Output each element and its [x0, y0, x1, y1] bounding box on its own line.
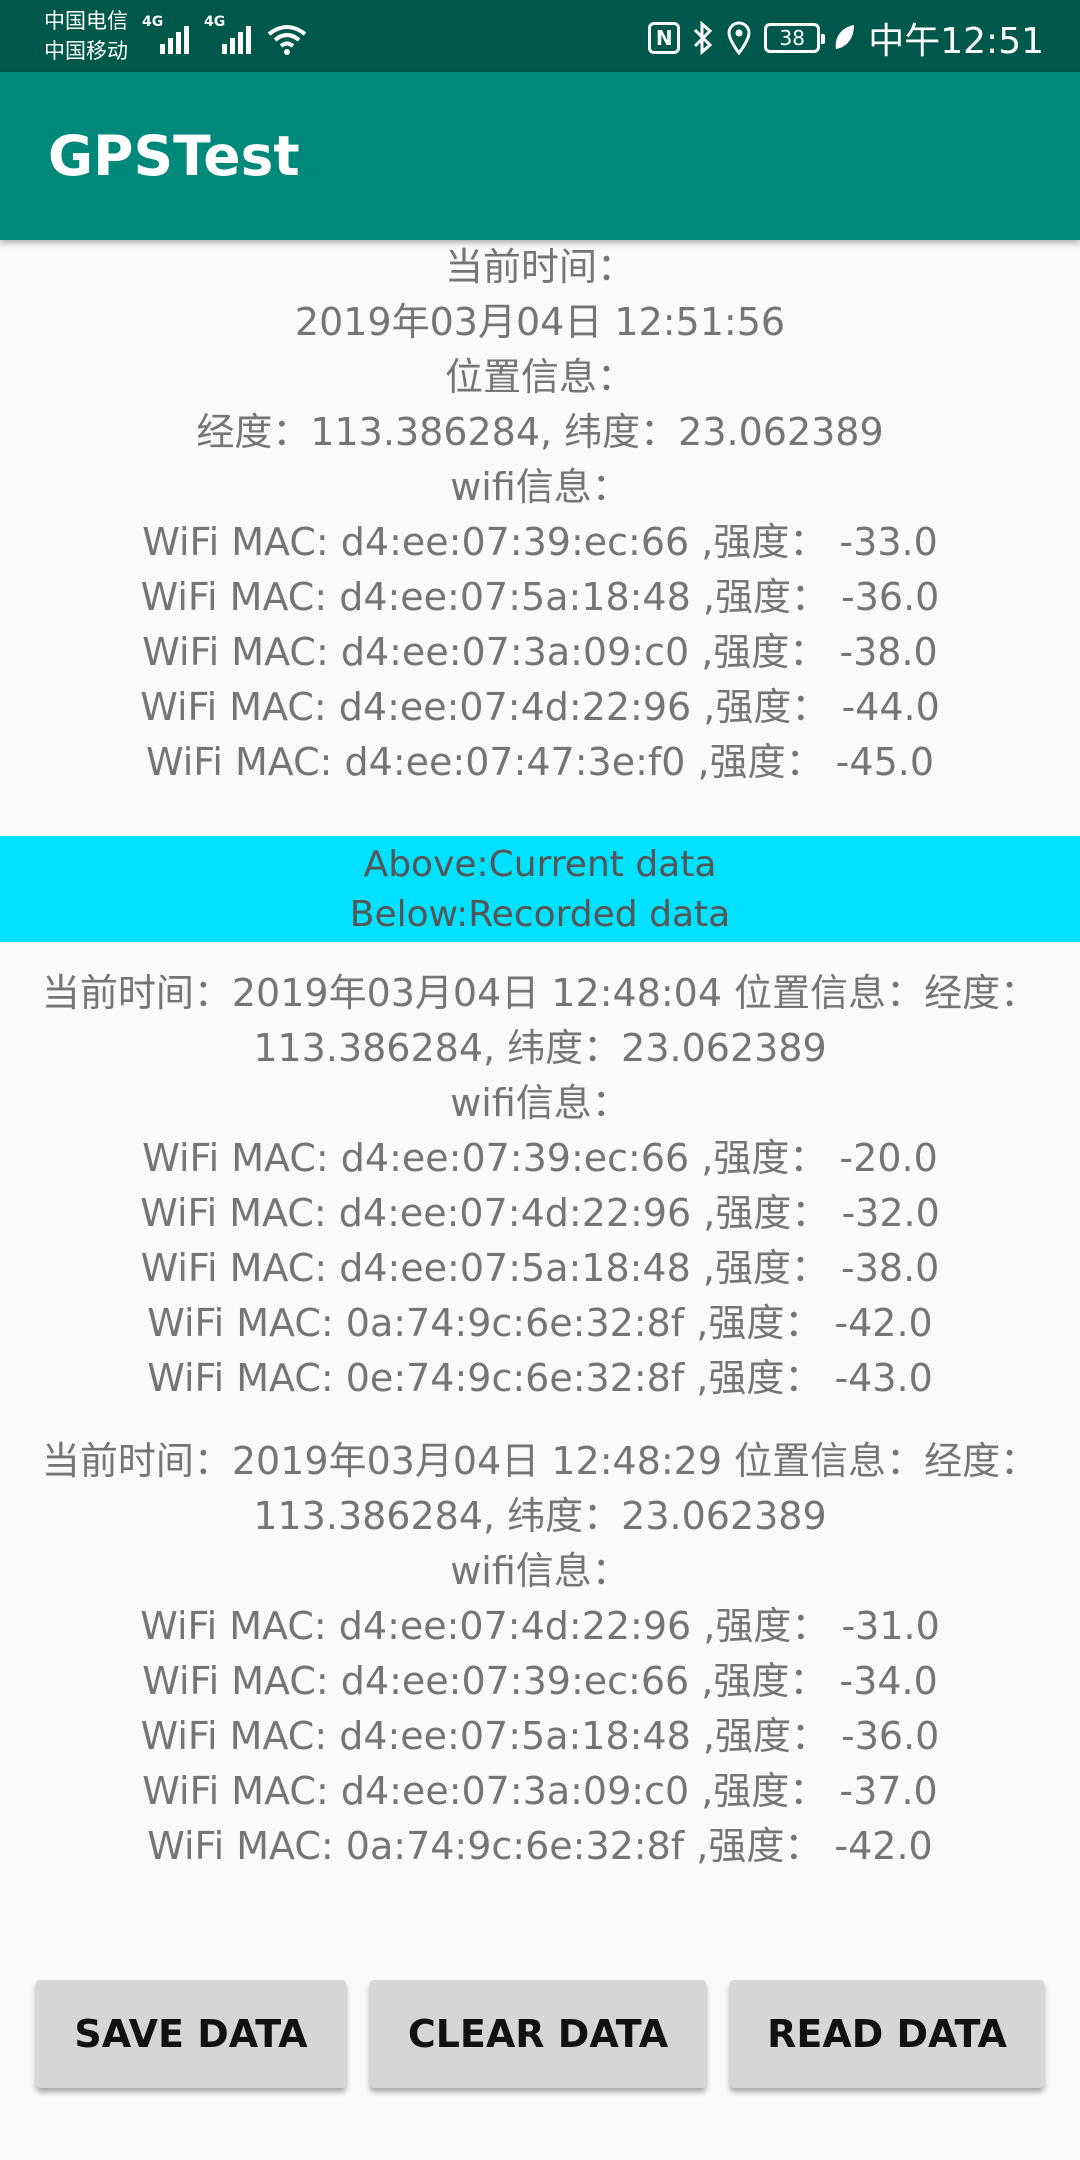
recorded-data-item: 当前时间：2019年03月04日 12:48:29 位置信息：经度：113.38… — [0, 1434, 1080, 1874]
current-time-label: 当前时间： — [444, 245, 635, 289]
current-location-value: 经度：113.386284, 纬度：23.062389 — [196, 410, 884, 454]
current-wifi-entry: WiFi MAC: d4:ee:07:4d:22:96 ,强度： -44.0 — [140, 685, 940, 729]
signal-icons: 4G 4G — [142, 14, 308, 56]
record-wifi-entry: WiFi MAC: d4:ee:07:4d:22:96 ,强度： -32.0 — [140, 1191, 940, 1235]
record-wifi-entry: WiFi MAC: d4:ee:07:39:ec:66 ,强度： -34.0 — [142, 1659, 938, 1703]
save-data-button[interactable]: SAVE DATA — [36, 1980, 346, 2088]
carrier-2: 中国移动 — [44, 39, 128, 63]
signal-1-icon: 4G — [142, 14, 194, 56]
record-wifi-label: wifi信息： — [450, 1549, 630, 1593]
record-wifi-entry: WiFi MAC: d4:ee:07:3a:09:c0 ,强度： -37.0 — [142, 1769, 938, 1813]
status-bar: 中国电信 中国移动 4G 4G N 38 中午12:51 — [0, 0, 1080, 72]
clock: 中午12:51 — [868, 21, 1044, 62]
record-wifi-entry: WiFi MAC: d4:ee:07:5a:18:48 ,强度： -38.0 — [140, 1246, 940, 1290]
current-wifi-entry: WiFi MAC: d4:ee:07:47:3e:f0 ,强度： -45.0 — [146, 740, 934, 784]
wifi-icon — [267, 25, 307, 55]
banner-above-label: Above:Current data — [363, 844, 717, 885]
record-wifi-entry: WiFi MAC: d4:ee:07:39:ec:66 ,强度： -20.0 — [142, 1136, 938, 1180]
app-bar: GPSTest — [0, 72, 1080, 240]
clear-data-button[interactable]: CLEAR DATA — [370, 1980, 706, 2088]
carrier-names: 中国电信 中国移动 — [44, 6, 128, 66]
banner-below-label: Below:Recorded data — [349, 894, 731, 935]
record-header: 当前时间：2019年03月04日 12:48:29 位置信息：经度：113.38… — [41, 1439, 1039, 1538]
current-wifi-label: wifi信息： — [450, 465, 630, 509]
data-divider-banner: Above:Current data Below:Recorded data — [0, 836, 1080, 942]
current-wifi-entry: WiFi MAC: d4:ee:07:5a:18:48 ,强度： -36.0 — [140, 575, 940, 619]
record-spacer — [0, 1406, 1080, 1434]
carrier-1: 中国电信 — [44, 9, 128, 33]
record-wifi-entry: WiFi MAC: 0a:74:9c:6e:32:8f ,强度： -42.0 — [147, 1824, 933, 1868]
recorded-data-item: 当前时间：2019年03月04日 12:48:04 位置信息：经度：113.38… — [0, 966, 1080, 1406]
current-location-label: 位置信息： — [444, 355, 635, 399]
current-wifi-entry: WiFi MAC: d4:ee:07:3a:09:c0 ,强度： -38.0 — [142, 630, 938, 674]
record-wifi-entry: WiFi MAC: d4:ee:07:4d:22:96 ,强度： -31.0 — [140, 1604, 940, 1648]
record-wifi-entry: WiFi MAC: d4:ee:07:5a:18:48 ,强度： -36.0 — [140, 1714, 940, 1758]
bluetooth-icon — [694, 21, 713, 55]
read-data-button[interactable]: READ DATA — [730, 1980, 1044, 2088]
data-scroll-view[interactable]: 当前时间： 2019年03月04日 12:51:56 位置信息： 经度：113.… — [0, 240, 1080, 1970]
battery-icon: 38 — [764, 23, 826, 53]
record-wifi-entry: WiFi MAC: 0e:74:9c:6e:32:8f ,强度： -43.0 — [147, 1356, 933, 1400]
signal-2-icon: 4G — [204, 14, 256, 56]
app-title: GPSTest — [48, 124, 300, 188]
record-header: 当前时间：2019年03月04日 12:48:04 位置信息：经度：113.38… — [41, 971, 1039, 1070]
record-wifi-entry: WiFi MAC: 0a:74:9c:6e:32:8f ,强度： -42.0 — [147, 1301, 933, 1345]
record-wifi-label: wifi信息： — [450, 1081, 630, 1125]
current-wifi-entry: WiFi MAC: d4:ee:07:39:ec:66 ,强度： -33.0 — [142, 520, 938, 564]
nfc-icon: N — [648, 22, 681, 54]
current-data-section: 当前时间： 2019年03月04日 12:51:56 位置信息： 经度：113.… — [0, 240, 1080, 790]
leaf-icon — [835, 25, 855, 49]
location-icon — [727, 21, 751, 55]
status-right: N 38 中午12:51 — [648, 12, 1044, 64]
current-time-value: 2019年03月04日 12:51:56 — [294, 300, 786, 344]
